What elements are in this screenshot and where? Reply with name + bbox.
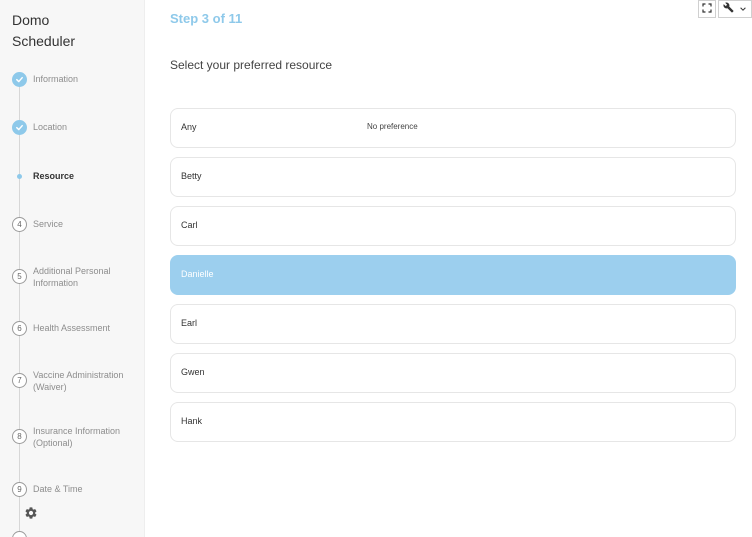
step-resource[interactable]: Resource (0, 170, 144, 200)
resource-option-earl[interactable]: Earl (170, 304, 736, 344)
step-label: Location (33, 122, 68, 132)
page-prompt: Select your preferred resource (170, 58, 333, 72)
step-label: Service (33, 219, 64, 229)
resource-option-danielle[interactable]: Danielle (170, 255, 736, 295)
step-health-assessment[interactable]: 6 Health Assessment (0, 321, 144, 351)
resource-option-gwen[interactable]: Gwen (170, 353, 736, 393)
step-insurance-information[interactable]: 8 Insurance Information (Optional) (0, 426, 144, 456)
current-step-dot (17, 174, 22, 179)
option-description: No preference (367, 122, 418, 131)
sidebar: Domo Scheduler Information Location Reso… (0, 0, 145, 537)
main-content: Step 3 of 11 Select your preferred resou… (146, 0, 752, 537)
option-name: Carl (181, 220, 198, 230)
fullscreen-button[interactable] (698, 0, 716, 18)
step-label: Information (33, 74, 79, 84)
resource-option-any[interactable]: Any No preference (170, 108, 736, 148)
step-number: 4 (12, 217, 27, 232)
check-icon (12, 72, 27, 87)
step-information[interactable]: Information (0, 72, 144, 102)
step-label: Resource (33, 171, 75, 181)
option-name: Any (181, 122, 197, 132)
step-label: Additional Personal Information (33, 266, 111, 288)
step-marker-partial (12, 531, 27, 537)
step-number: 5 (12, 269, 27, 284)
option-name: Hank (181, 416, 203, 426)
step-label: Vaccine Administration (Waiver) (33, 370, 124, 392)
step-counter: Step 3 of 11 (170, 11, 243, 26)
step-label: Date & Time (33, 484, 83, 494)
chevron-down-icon (739, 0, 747, 18)
gear-icon[interactable] (24, 506, 38, 520)
check-icon (12, 120, 27, 135)
option-name: Gwen (181, 367, 205, 377)
top-toolbar (698, 0, 752, 18)
step-date-time[interactable]: 9 Date & Time (0, 482, 144, 512)
fullscreen-icon (702, 0, 712, 18)
wrench-icon (723, 0, 734, 18)
step-number: 8 (12, 429, 27, 444)
step-location[interactable]: Location (0, 120, 144, 150)
tools-menu-button[interactable] (718, 0, 752, 18)
step-vaccine-administration[interactable]: 7 Vaccine Administration (Waiver) (0, 370, 144, 400)
step-label: Insurance Information (Optional) (33, 426, 121, 448)
step-number: 9 (12, 482, 27, 497)
step-label: Health Assessment (33, 323, 111, 333)
option-name: Danielle (181, 269, 214, 279)
resource-option-hank[interactable]: Hank (170, 402, 736, 442)
option-name: Betty (181, 171, 202, 181)
step-number: 6 (12, 321, 27, 336)
app-title-line2: Scheduler (12, 33, 76, 49)
step-additional-personal-information[interactable]: 5 Additional Personal Information (0, 266, 144, 296)
option-name: Earl (181, 318, 198, 328)
app-title-line1: Domo (12, 12, 50, 28)
step-service[interactable]: 4 Service (0, 217, 144, 247)
resource-option-carl[interactable]: Carl (170, 206, 736, 246)
app-title: Domo Scheduler (12, 10, 132, 52)
resource-option-betty[interactable]: Betty (170, 157, 736, 197)
step-number: 7 (12, 373, 27, 388)
